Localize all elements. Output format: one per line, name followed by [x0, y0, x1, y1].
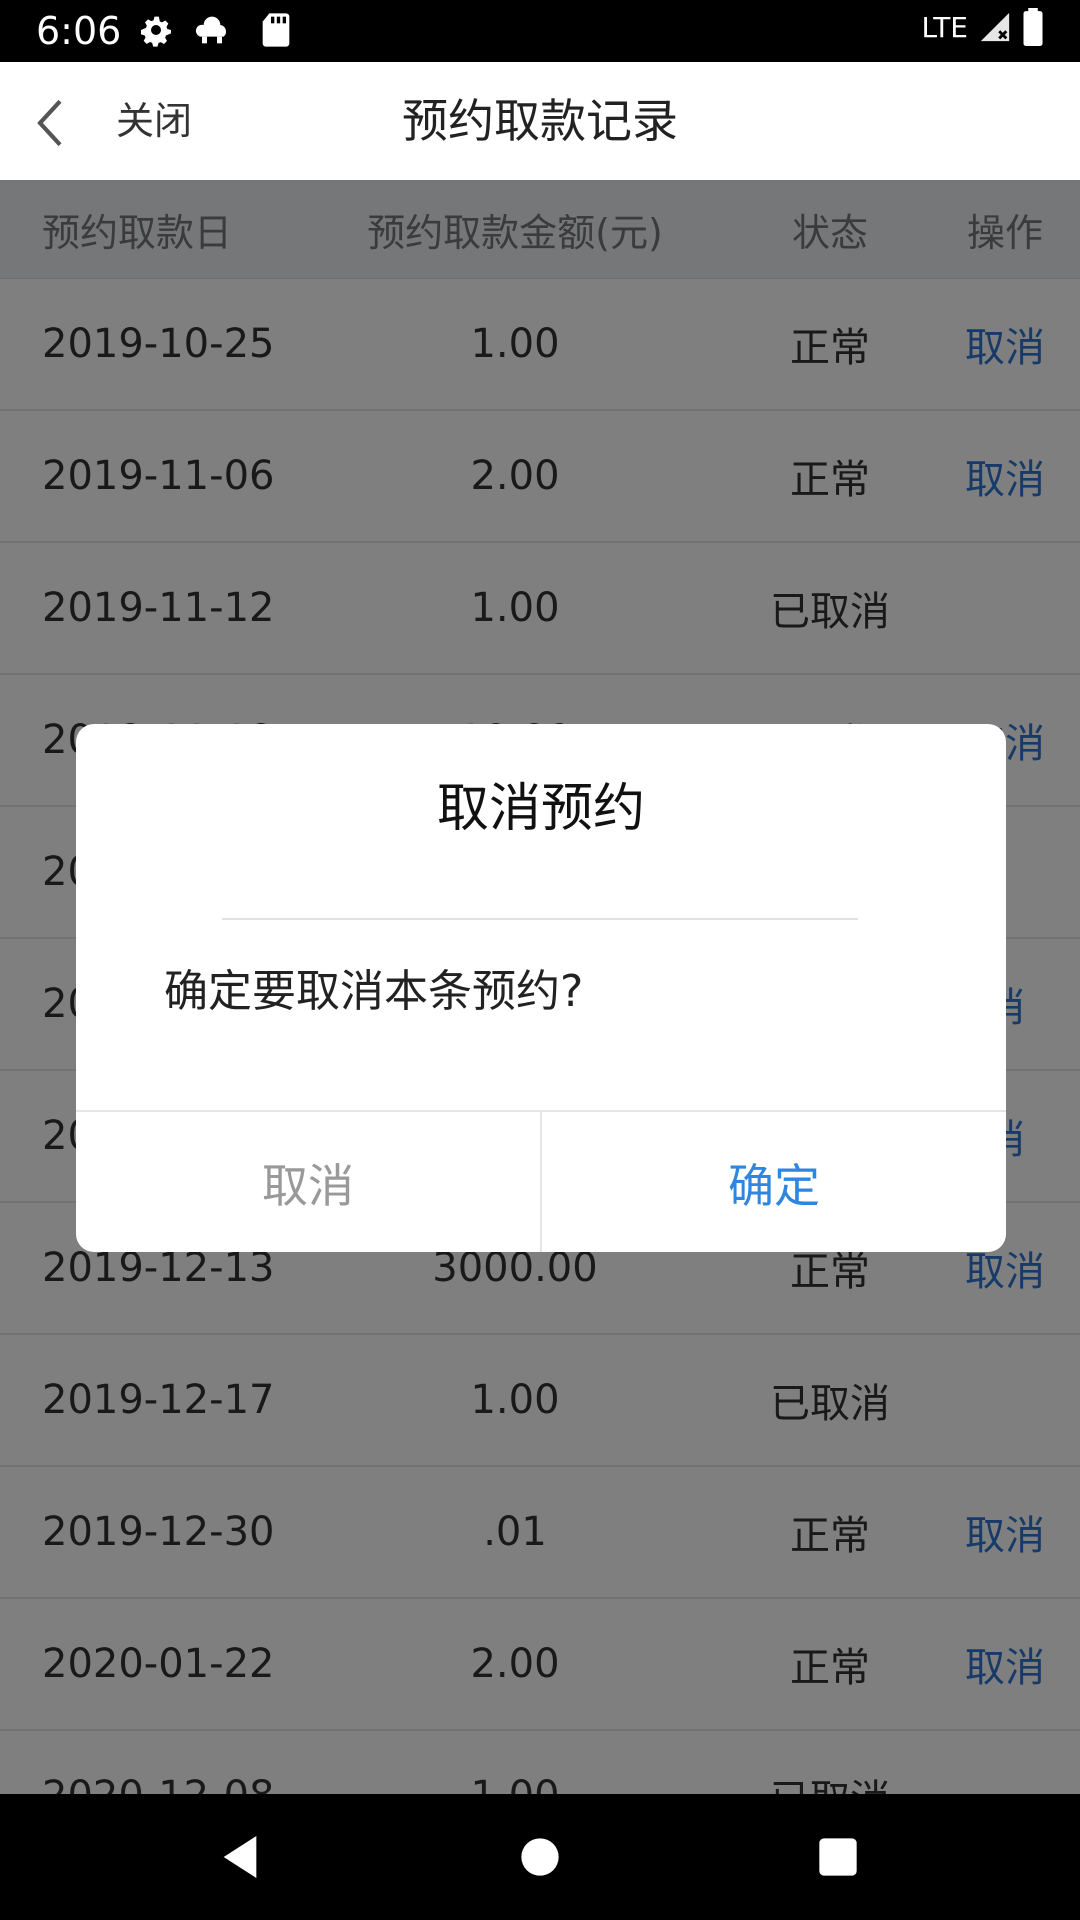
status-time: 6:06 — [36, 9, 122, 53]
page-title: 预约取款记录 — [402, 94, 678, 148]
dialog-message: 确定要取消本条预约? — [164, 966, 584, 1017]
dialog-divider — [222, 918, 858, 920]
system-nav-bar — [0, 1794, 1080, 1920]
cancel-reservation-dialog: 取消预约 确定要取消本条预约? 取消 确定 — [76, 724, 1006, 1252]
sd-card-icon — [262, 13, 290, 47]
nav-home-icon[interactable] — [512, 1829, 568, 1885]
battery-icon — [1023, 8, 1043, 46]
cloud-icon — [195, 16, 227, 44]
signal-icon — [980, 12, 1010, 42]
dialog-title: 取消预约 — [436, 779, 645, 839]
app-header: 关闭 预约取款记录 — [0, 62, 1080, 180]
dialog-confirm-button[interactable]: 确定 — [542, 1112, 1006, 1252]
nav-back-icon[interactable] — [212, 1829, 268, 1885]
gear-icon — [141, 16, 171, 47]
status-bar: 6:06 LTE — [0, 0, 1080, 62]
dialog-cancel-button[interactable]: 取消 — [76, 1112, 542, 1252]
nav-recents-icon[interactable] — [810, 1829, 866, 1885]
dialog-buttons: 取消 确定 — [76, 1110, 1006, 1252]
network-type: LTE — [921, 10, 968, 44]
